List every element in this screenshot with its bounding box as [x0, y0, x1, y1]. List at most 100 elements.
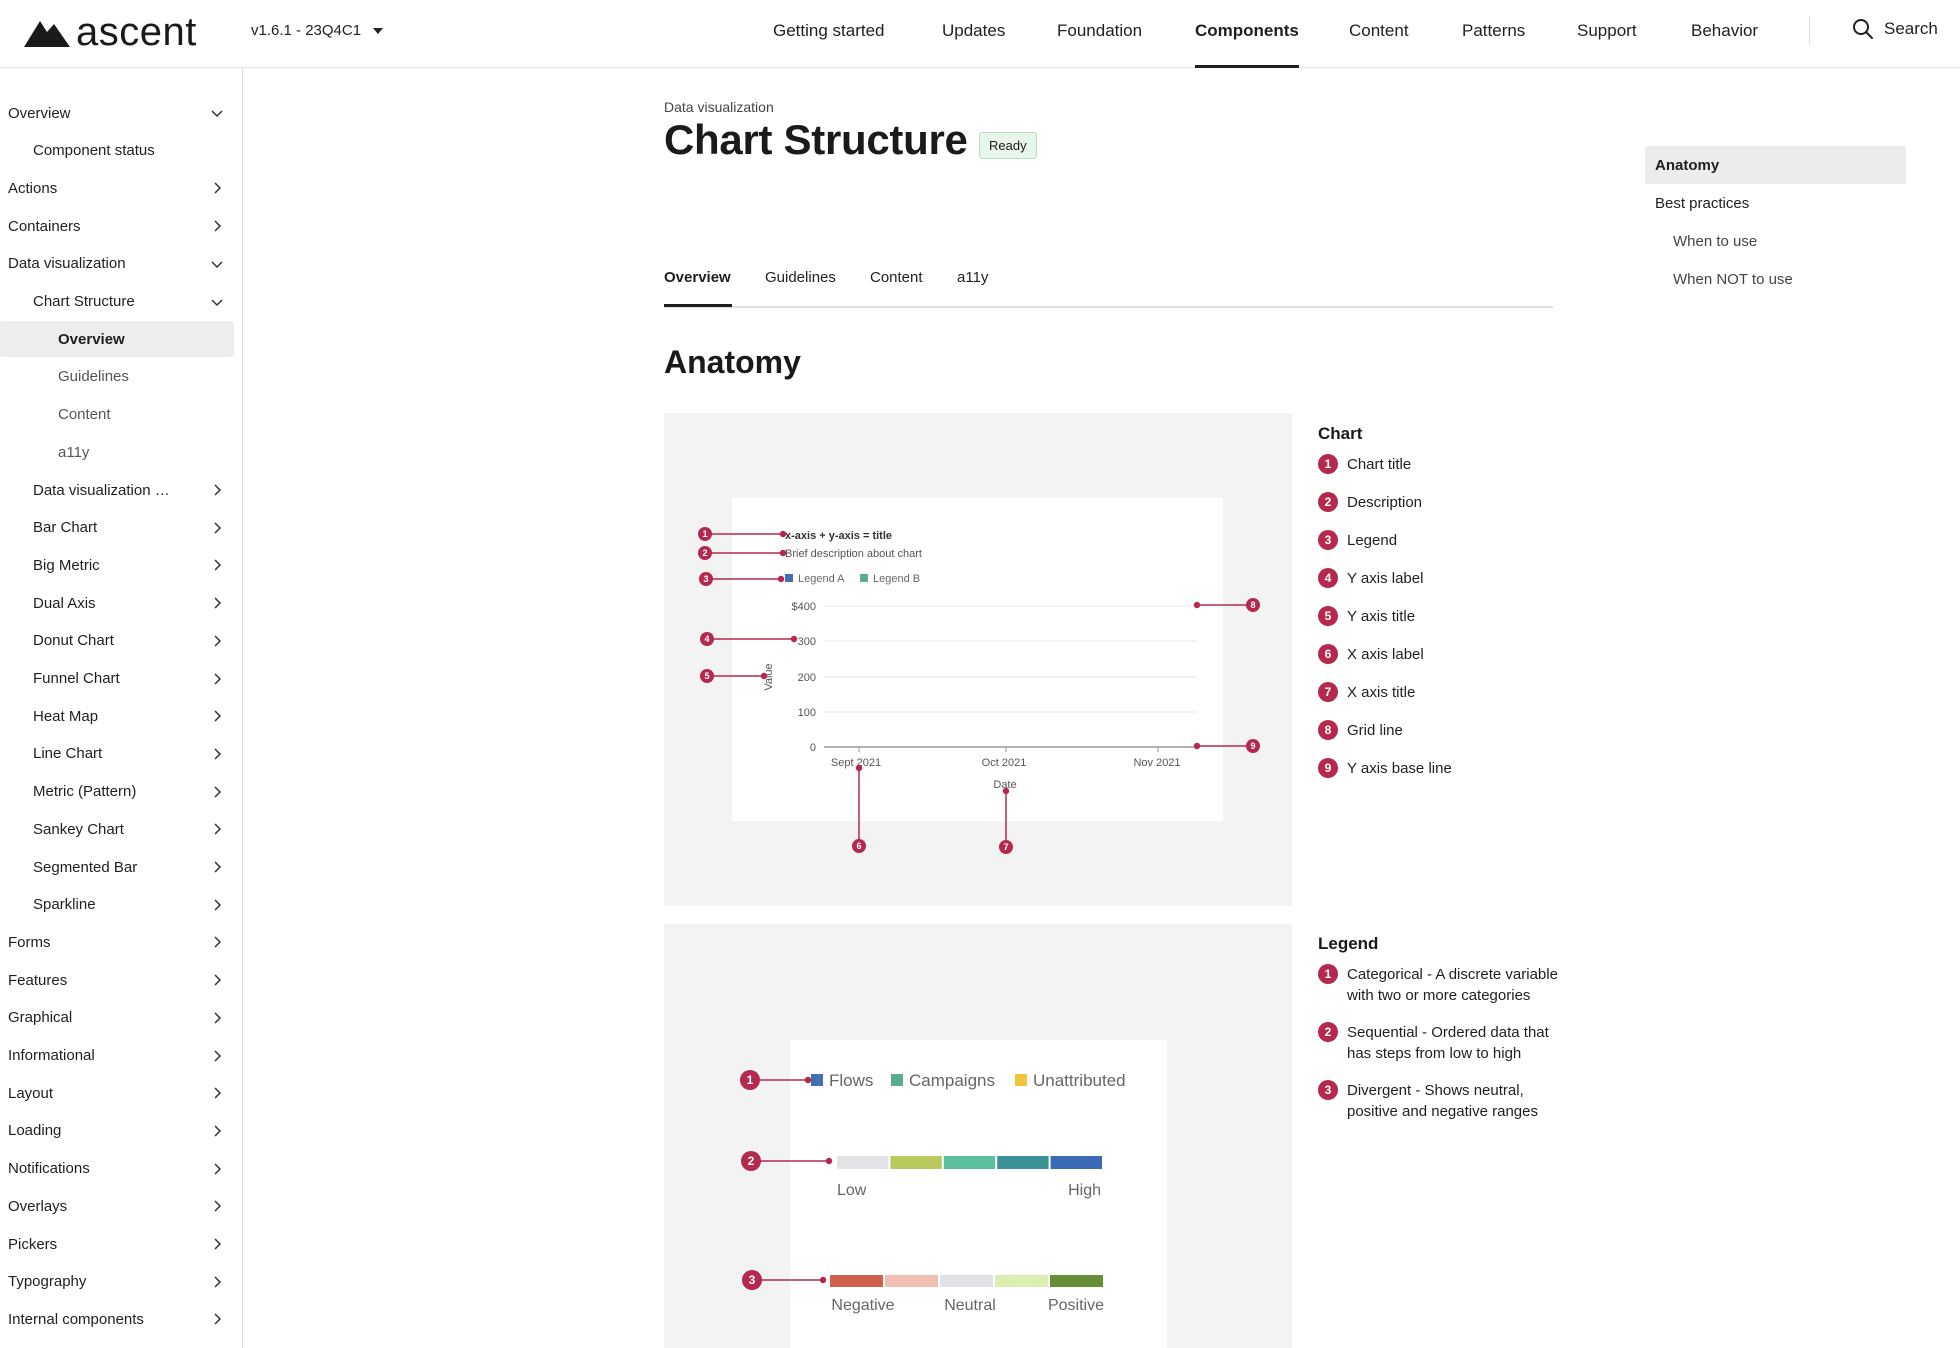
legend-annotation-list: Legend 1 Categorical - A discrete variabl… [1318, 934, 1558, 1138]
sidebar-item-actions[interactable]: Actions [0, 170, 234, 206]
sidebar-item-content[interactable]: Content [0, 397, 234, 433]
sidebar-item-guidelines[interactable]: Guidelines [0, 359, 234, 395]
chevron-right-icon[interactable] [210, 935, 224, 949]
sidebar-item-heat-map[interactable]: Heat Map [0, 698, 234, 734]
toc-item-best-practices[interactable]: Best practices [1645, 184, 1906, 222]
legend-annotation-heading: Legend [1318, 934, 1379, 953]
chevron-right-icon[interactable] [210, 1312, 224, 1326]
chevron-right-icon[interactable] [210, 558, 224, 572]
sidebar-item-label: Overview [58, 330, 125, 348]
sidebar-item-pickers[interactable]: Pickers [0, 1226, 234, 1262]
chevron-right-icon[interactable] [210, 521, 224, 535]
chevron-right-icon[interactable] [210, 596, 224, 610]
chevron-right-icon[interactable] [210, 973, 224, 987]
sidebar-item-funnel-chart[interactable]: Funnel Chart [0, 661, 234, 697]
chevron-right-icon[interactable] [210, 1086, 224, 1100]
svg-text:1: 1 [702, 529, 707, 539]
sidebar-item-features[interactable]: Features [0, 962, 234, 998]
annotation-label: Grid line [1347, 722, 1403, 739]
sidebar-item-label: Informational [8, 1047, 95, 1064]
chevron-right-icon[interactable] [210, 860, 224, 874]
sidebar-item-overview[interactable]: Overview [0, 321, 234, 358]
annotation-number-badge: 1 [1318, 454, 1338, 474]
nav-foundation[interactable]: Foundation [1057, 21, 1142, 41]
sidebar-item-chart-structure[interactable]: Chart Structure [0, 284, 234, 320]
chevron-right-icon[interactable] [210, 1237, 224, 1251]
chart-card [732, 498, 1223, 821]
chevron-down-icon[interactable] [210, 106, 224, 120]
chevron-right-icon[interactable] [210, 1275, 224, 1289]
sidebar-item-internal-components[interactable]: Internal components [0, 1301, 234, 1337]
ascent-logo[interactable]: ascent [24, 12, 197, 52]
nav-getting-started[interactable]: Getting started [773, 21, 885, 41]
chevron-right-icon[interactable] [210, 1162, 224, 1176]
chevron-right-icon[interactable] [210, 1124, 224, 1138]
sidebar-item-data-visualization-colors[interactable]: Data visualization colors [0, 472, 234, 508]
sidebar-item-graphical[interactable]: Graphical [0, 1000, 234, 1036]
chevron-right-icon[interactable] [210, 1049, 224, 1063]
chevron-right-icon[interactable] [210, 1011, 224, 1025]
chevron-right-icon[interactable] [210, 219, 224, 233]
nav-content[interactable]: Content [1349, 21, 1409, 41]
version-selector[interactable]: v1.6.1 - 23Q4C1 [251, 22, 384, 39]
sidebar-item-donut-chart[interactable]: Donut Chart [0, 623, 234, 659]
sidebar-item-typography[interactable]: Typography [0, 1264, 234, 1300]
toc-item-when-not-to-use[interactable]: When NOT to use [1645, 260, 1906, 298]
sidebar-item-big-metric[interactable]: Big Metric [0, 547, 234, 583]
sidebar-item-a11y[interactable]: a11y [0, 434, 234, 470]
tab-overview[interactable]: Overview [664, 269, 731, 286]
chevron-right-icon[interactable] [210, 181, 224, 195]
sidebar-item-metric-pattern[interactable]: Metric (Pattern) [0, 774, 234, 810]
sidebar-item-label: Heat Map [33, 707, 99, 725]
search-button[interactable]: Search [1852, 18, 1938, 40]
toc-item-anatomy[interactable]: Anatomy [1645, 146, 1906, 184]
tab-content[interactable]: Content [870, 269, 923, 286]
chevron-right-icon[interactable] [210, 785, 224, 799]
caret-down-icon [373, 27, 384, 34]
toc-item-when-to-use[interactable]: When to use [1645, 222, 1906, 260]
sidebar-item-line-chart[interactable]: Line Chart [0, 736, 234, 772]
sidebar-item-overview[interactable]: Overview [0, 95, 234, 131]
sidebar-item-overlays[interactable]: Overlays [0, 1188, 234, 1224]
sidebar-item-component-status[interactable]: Component status [0, 133, 234, 169]
nav-updates[interactable]: Updates [942, 21, 1005, 41]
sidebar-item-sparkline[interactable]: Sparkline [0, 887, 234, 923]
chevron-right-icon[interactable] [210, 709, 224, 723]
chevron-right-icon[interactable] [210, 822, 224, 836]
nav-support[interactable]: Support [1577, 21, 1637, 41]
annotation-number-badge: 6 [1318, 644, 1338, 664]
sidebar-item-informational[interactable]: Informational [0, 1038, 234, 1074]
legend-b-swatch [860, 574, 868, 582]
breadcrumb[interactable]: Data visualization [664, 99, 774, 115]
legend-annotation-item: 3 Divergent - Shows neutral, positive and… [1318, 1080, 1558, 1122]
chevron-right-icon[interactable] [210, 1199, 224, 1213]
unattributed-label: Unattributed [1033, 1071, 1126, 1090]
tab-a11y[interactable]: a11y [957, 269, 988, 286]
chevron-right-icon[interactable] [210, 898, 224, 912]
chevron-right-icon[interactable] [210, 747, 224, 761]
nav-components[interactable]: Components [1195, 21, 1299, 41]
chevron-right-icon[interactable] [210, 483, 224, 497]
svg-text:5: 5 [704, 671, 709, 681]
nav-patterns[interactable]: Patterns [1462, 21, 1525, 41]
nav-behavior[interactable]: Behavior [1691, 21, 1758, 41]
legend-callout-markers: 1 2 3 [740, 1070, 762, 1290]
sidebar-item-data-visualization[interactable]: Data visualization [0, 246, 234, 282]
sidebar-item-notifications[interactable]: Notifications [0, 1151, 234, 1187]
chevron-right-icon[interactable] [210, 634, 224, 648]
sidebar-item-forms[interactable]: Forms [0, 924, 234, 960]
sidebar-item-segmented-bar[interactable]: Segmented Bar [0, 849, 234, 885]
sidebar-item-sankey-chart[interactable]: Sankey Chart [0, 811, 234, 847]
chevron-right-icon[interactable] [210, 672, 224, 686]
sidebar-item-containers[interactable]: Containers [0, 208, 234, 244]
svg-text:2: 2 [748, 1154, 755, 1168]
chevron-down-icon[interactable] [210, 295, 224, 309]
sidebar-item-dual-axis[interactable]: Dual Axis [0, 585, 234, 621]
sidebar-item-bar-chart[interactable]: Bar Chart [0, 510, 234, 546]
sidebar-item-loading[interactable]: Loading [0, 1113, 234, 1149]
sidebar-item-layout[interactable]: Layout [0, 1075, 234, 1111]
search-icon [1853, 19, 1873, 39]
tab-guidelines[interactable]: Guidelines [765, 269, 836, 286]
chevron-down-icon[interactable] [210, 257, 224, 271]
annotation-label: X axis label [1347, 646, 1424, 663]
